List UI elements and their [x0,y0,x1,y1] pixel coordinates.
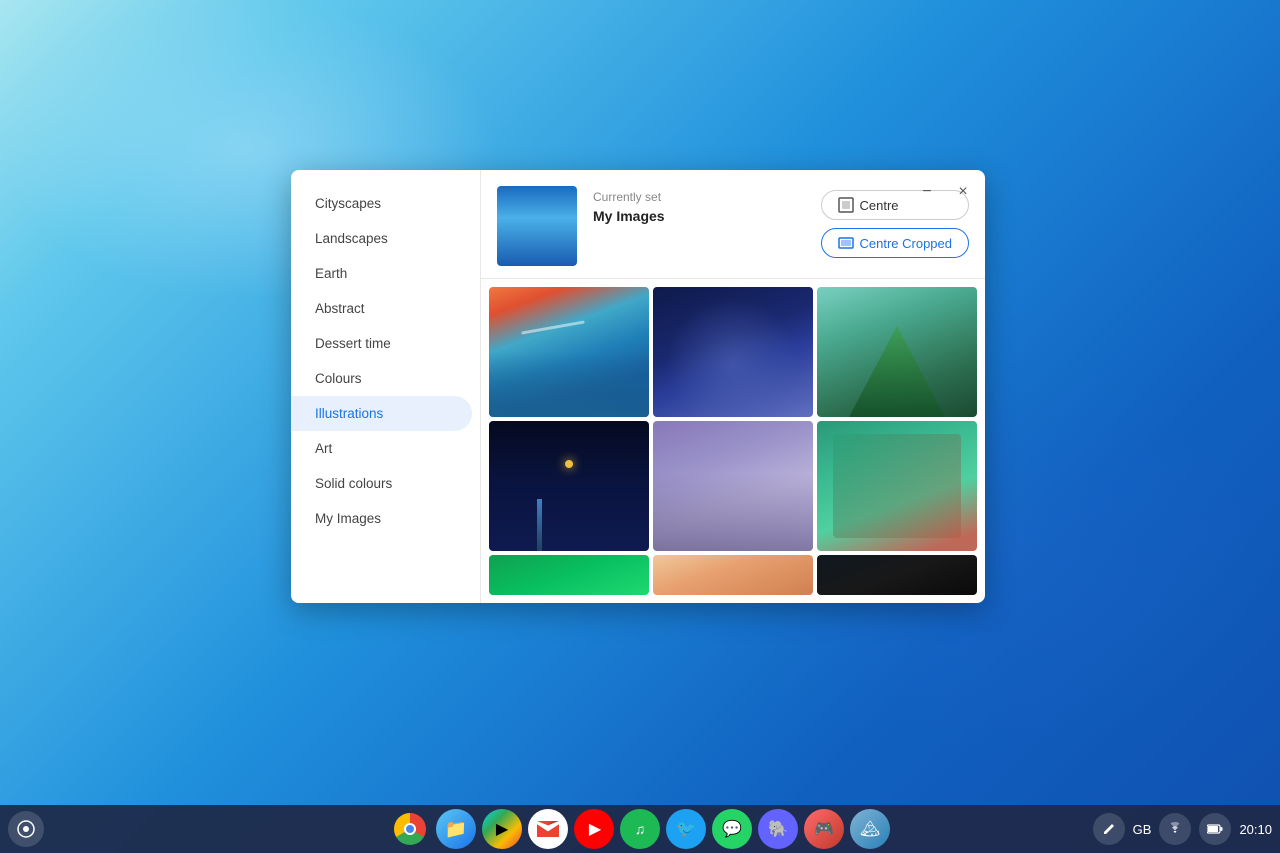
current-wallpaper-name: My Images [593,208,805,224]
edit-icon [1102,822,1116,836]
sidebar-item-cityscapes[interactable]: Cityscapes [291,186,472,221]
app-photos[interactable]: 🏔 [850,809,890,849]
centre-cropped-button[interactable]: Centre Cropped [821,228,970,258]
wallpaper-thumb-2[interactable] [653,287,813,417]
centre-cropped-icon [838,235,854,251]
current-wallpaper-info: Currently set My Images [593,186,805,224]
wallpaper-thumb-1[interactable] [489,287,649,417]
battery-display-icon [1207,824,1223,834]
dialog-main: − × Currently set My Images Centre [481,170,985,603]
sidebar-item-my-images[interactable]: My Images [291,501,472,536]
taskbar-status: GB 20:10 [1093,813,1272,845]
wifi-icon [1168,822,1182,836]
sidebar-item-landscapes[interactable]: Landscapes [291,221,472,256]
app-play-store[interactable]: ▶ [482,809,522,849]
app-mastodon[interactable]: 🐘 [758,809,798,849]
sidebar-item-solid-colours[interactable]: Solid colours [291,466,472,501]
current-wallpaper-thumbnail [497,186,577,266]
app-chrome[interactable] [390,809,430,849]
sidebar-item-dessert-time[interactable]: Dessert time [291,326,472,361]
launcher-button[interactable] [8,811,44,847]
taskbar: 📁 ▶ ▶ ♫ 🐦 💬 🐘 [0,805,1280,853]
dialog-header: Currently set My Images Centre Cent [481,170,985,279]
sidebar-item-art[interactable]: Art [291,431,472,466]
currently-set-label: Currently set [593,190,805,204]
wallpaper-dialog: Cityscapes Landscapes Earth Abstract Des… [291,170,985,603]
wallpaper-thumb-7[interactable] [489,555,649,595]
wallpaper-thumb-6[interactable] [817,421,977,551]
app-games[interactable]: 🎮 [804,809,844,849]
sidebar-item-illustrations[interactable]: Illustrations [291,396,472,431]
wallpaper-thumb-5[interactable] [653,421,813,551]
app-gmail[interactable] [528,809,568,849]
dialog-controls: − × [913,178,977,206]
clock: 20:10 [1239,822,1272,837]
app-whatsapp[interactable]: 💬 [712,809,752,849]
wallpaper-grid [481,279,985,603]
taskbar-apps: 📁 ▶ ▶ ♫ 🐦 💬 🐘 [390,809,890,849]
minimize-button[interactable]: − [913,178,941,206]
app-twitter[interactable]: 🐦 [666,809,706,849]
taskbar-left [8,811,44,847]
dialog-sidebar: Cityscapes Landscapes Earth Abstract Des… [291,170,481,603]
wallpaper-thumb-9[interactable] [817,555,977,595]
app-files[interactable]: 📁 [436,809,476,849]
wallpaper-thumb-3[interactable] [817,287,977,417]
sidebar-item-colours[interactable]: Colours [291,361,472,396]
centre-icon [838,197,854,213]
close-button[interactable]: × [949,178,977,206]
battery-icon[interactable] [1199,813,1231,845]
gb-label: GB [1133,822,1152,837]
wallpaper-thumb-8[interactable] [653,555,813,595]
sidebar-item-earth[interactable]: Earth [291,256,472,291]
app-spotify[interactable]: ♫ [620,809,660,849]
edit-button[interactable] [1093,813,1125,845]
sidebar-item-abstract[interactable]: Abstract [291,291,472,326]
launcher-icon [17,820,35,838]
network-icon[interactable] [1159,813,1191,845]
wallpaper-thumb-4[interactable] [489,421,649,551]
app-youtube[interactable]: ▶ [574,809,614,849]
